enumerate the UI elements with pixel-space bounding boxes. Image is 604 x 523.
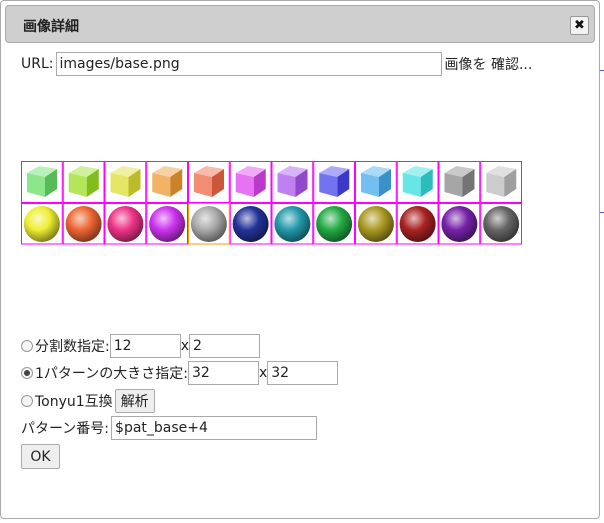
- split-x-label: x: [180, 338, 190, 354]
- ball-sprite: [316, 206, 353, 242]
- size-radio[interactable]: [21, 367, 33, 379]
- pattern-label: パターン番号:: [21, 421, 110, 437]
- split-option-row: 分割数指定: x: [21, 334, 261, 358]
- tonyu-label: Tonyu1互換: [35, 394, 113, 410]
- ball-sprite: [441, 206, 478, 242]
- ball-sprite: [232, 206, 269, 242]
- cube-sprite: [110, 166, 141, 197]
- cube-sprite: [152, 166, 183, 197]
- sprite-sheet: [21, 161, 522, 245]
- check-image-link[interactable]: 画像を 確認...: [445, 54, 533, 74]
- size-x-label: x: [258, 365, 268, 381]
- ball-sprite: [483, 206, 520, 242]
- ball-sprite: [65, 206, 102, 242]
- ball-sprite: [107, 206, 144, 242]
- cube-sprite: [277, 166, 308, 197]
- url-label: URL:: [21, 56, 54, 72]
- ball-sprite: [357, 206, 394, 242]
- close-button[interactable]: ✖: [570, 16, 589, 35]
- ball-sprite: [274, 206, 311, 242]
- image-detail-dialog: 画像詳細 ✖ URL: 画像を 確認... 分割数指定: x 1パターンの大きさ…: [0, 0, 600, 519]
- ball-sprite: [399, 206, 436, 242]
- size-height-input[interactable]: [267, 361, 339, 385]
- size-option-row: 1パターンの大きさ指定: x: [21, 361, 339, 385]
- ok-row: OK: [21, 444, 60, 469]
- pattern-row: パターン番号:: [21, 416, 318, 440]
- ball-sprite: [190, 206, 227, 242]
- ball-sprite: [149, 206, 186, 242]
- cube-sprite: [194, 166, 224, 197]
- size-label: 1パターンの大きさ指定:: [35, 366, 188, 382]
- cube-sprite: [68, 166, 99, 197]
- ok-button[interactable]: OK: [21, 444, 60, 469]
- url-row: URL: 画像を 確認...: [21, 52, 532, 76]
- sprite-sheet-image: [21, 161, 522, 245]
- cube-sprite: [486, 166, 517, 197]
- split-radio[interactable]: [21, 340, 33, 352]
- cube-sprite: [27, 166, 57, 197]
- cube-sprite: [444, 166, 475, 197]
- size-width-input[interactable]: [187, 361, 259, 385]
- cube-sprite: [402, 166, 433, 197]
- split-rows-input[interactable]: [189, 334, 261, 358]
- split-label: 分割数指定:: [35, 339, 110, 355]
- split-cols-input[interactable]: [109, 334, 181, 358]
- cube-sprite: [319, 166, 350, 197]
- cube-sprite: [235, 166, 266, 197]
- analyze-button[interactable]: 解析: [114, 389, 155, 413]
- tonyu-option-row: Tonyu1互換 解析: [21, 389, 155, 413]
- tonyu-radio[interactable]: [21, 395, 33, 407]
- cube-sprite: [361, 166, 391, 197]
- dialog-title: 画像詳細: [23, 19, 79, 35]
- dialog-titlebar[interactable]: 画像詳細 ✖: [5, 5, 595, 43]
- ball-sprite: [23, 206, 60, 242]
- pattern-input[interactable]: [111, 416, 318, 440]
- url-input[interactable]: [55, 52, 442, 76]
